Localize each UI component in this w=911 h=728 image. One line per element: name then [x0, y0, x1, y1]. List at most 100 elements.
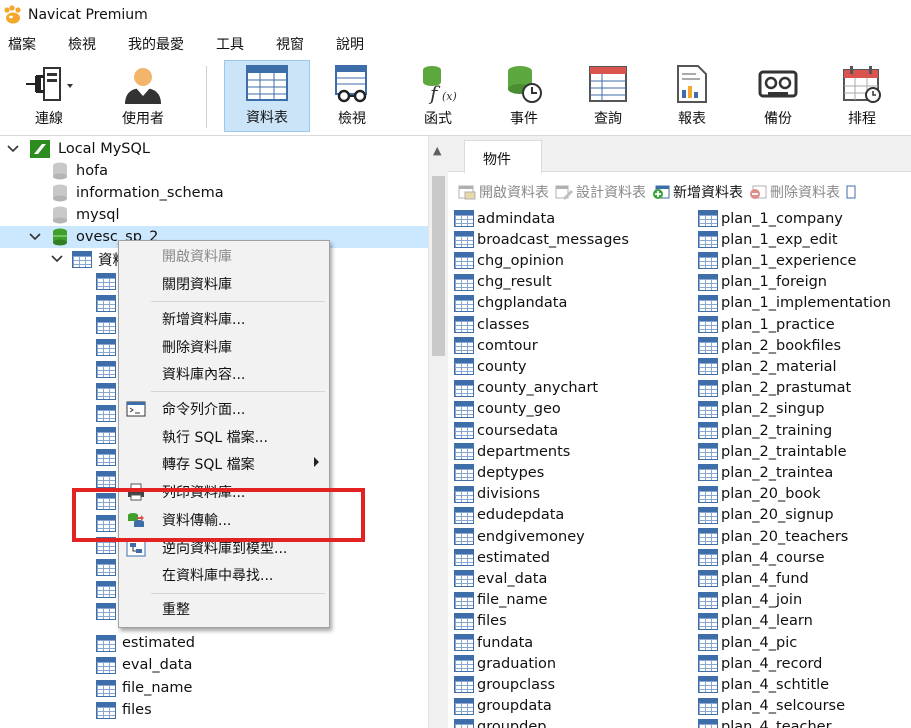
table-list-item[interactable]: county_geo	[454, 399, 561, 420]
table-list-item[interactable]: plan_4_selcourse	[698, 696, 845, 717]
table-list-item[interactable]: fundata	[454, 632, 533, 653]
table-button[interactable]: 資料表	[224, 60, 310, 132]
user-button[interactable]: 使用者	[110, 60, 176, 132]
tree-item-table[interactable]: eval_data	[0, 654, 428, 676]
menu-open-database[interactable]: 開啟資料庫	[119, 244, 329, 268]
table-icon	[454, 252, 474, 270]
connection-button[interactable]: 連線	[14, 60, 84, 132]
menu-find-in-database[interactable]: 在資料庫中尋找...	[119, 563, 329, 587]
table-list-item[interactable]: plan_2_bookfiles	[698, 335, 841, 356]
open-table-button[interactable]: 開啟資料表	[458, 182, 549, 202]
menu-refresh[interactable]: 重整	[119, 597, 329, 621]
table-list-item[interactable]: plan_4_teacher	[698, 717, 832, 728]
table-list-item[interactable]: estimated	[454, 547, 550, 568]
report-button[interactable]: 報表	[658, 60, 726, 132]
table-list-item[interactable]: graduation	[454, 653, 556, 674]
tree-item-table[interactable]: estimated	[0, 632, 428, 654]
table-list-item[interactable]: broadcast_messages	[454, 229, 629, 250]
menu-favorites[interactable]: 我的最愛	[118, 34, 194, 54]
table-list-item[interactable]: plan_4_pic	[698, 632, 797, 653]
table-list-item[interactable]: plan_1_company	[698, 208, 843, 229]
chevron-down-icon[interactable]	[28, 230, 42, 244]
table-list-item[interactable]: edudepdata	[454, 505, 564, 526]
table-list-item[interactable]: plan_4_course	[698, 547, 825, 568]
table-list-item[interactable]: plan_20_book	[698, 484, 821, 505]
table-list-item[interactable]: plan_2_singup	[698, 399, 824, 420]
tree-item-database[interactable]: information_schema	[0, 182, 428, 204]
table-list-item[interactable]: admindata	[454, 208, 555, 229]
menu-execute-sql[interactable]: 執行 SQL 檔案...	[119, 425, 329, 449]
table-list-item[interactable]: plan_4_schtitle	[698, 674, 829, 695]
schedule-button[interactable]: 排程	[828, 60, 896, 132]
menu-database-properties[interactable]: 資料庫內容...	[119, 362, 329, 386]
table-list-item[interactable]: plan_1_experience	[698, 250, 856, 271]
event-button[interactable]: 事件	[490, 60, 558, 132]
query-button[interactable]: 查詢	[574, 60, 642, 132]
table-list-item[interactable]: comtour	[454, 335, 538, 356]
menu-close-database[interactable]: 關閉資料庫	[119, 272, 329, 296]
table-list-item[interactable]: endgivemoney	[454, 526, 585, 547]
table-list-item[interactable]: plan_2_material	[698, 356, 837, 377]
table-list-item[interactable]: classes	[454, 314, 529, 335]
table-list-item[interactable]: eval_data	[454, 568, 547, 589]
table-list-item[interactable]: coursedata	[454, 420, 558, 441]
table-list-item[interactable]: plan_20_signup	[698, 505, 834, 526]
more-toolbar-icon[interactable]	[846, 184, 867, 200]
function-button[interactable]: f (x) 函式	[404, 60, 472, 132]
table-list-item[interactable]: plan_4_record	[698, 653, 822, 674]
table-list-item[interactable]: chgplandata	[454, 293, 567, 314]
table-icon	[698, 697, 718, 715]
table-list-item[interactable]: groupdata	[454, 696, 552, 717]
table-list-item[interactable]: plan_1_foreign	[698, 272, 827, 293]
table-list-item[interactable]: county_anychart	[454, 378, 598, 399]
table-list-item[interactable]: plan_2_traintea	[698, 462, 833, 483]
menu-file[interactable]: 檔案	[0, 34, 46, 54]
tree-item-connection[interactable]: Local MySQL	[0, 138, 428, 160]
table-list-item[interactable]: file_name	[454, 590, 547, 611]
scroll-up-icon[interactable]: ▲	[433, 144, 441, 157]
backup-button[interactable]: 備份	[744, 60, 812, 132]
menu-tools[interactable]: 工具	[206, 34, 254, 54]
table-list-item[interactable]: plan_1_implementation	[698, 293, 891, 314]
table-list-item[interactable]: groupclass	[454, 674, 555, 695]
table-list-item[interactable]: plan_1_exp_edit	[698, 229, 838, 250]
tab-objects[interactable]: 物件	[464, 140, 542, 173]
view-button[interactable]: 檢視	[318, 60, 386, 132]
menu-delete-database[interactable]: 刪除資料庫	[119, 335, 329, 359]
scrollbar-thumb[interactable]	[432, 176, 445, 356]
tree-scrollbar[interactable]: ▲	[428, 136, 448, 728]
table-list-item[interactable]: files	[454, 611, 507, 632]
table-list-item[interactable]: divisions	[454, 484, 540, 505]
table-list-item[interactable]: chg_result	[454, 272, 552, 293]
design-table-button[interactable]: 設計資料表	[555, 182, 646, 202]
menu-window[interactable]: 視窗	[266, 34, 314, 54]
menu-help[interactable]: 說明	[326, 34, 374, 54]
table-name: county	[477, 358, 527, 375]
tree-item-database[interactable]: hofa	[0, 160, 428, 182]
table-list-item[interactable]: county	[454, 356, 527, 377]
tree-item-table[interactable]: files	[0, 699, 428, 721]
table-list-item[interactable]: plan_2_traintable	[698, 441, 847, 462]
menu-dump-sql[interactable]: 轉存 SQL 檔案	[119, 452, 329, 476]
table-list-item[interactable]: plan_4_join	[698, 590, 802, 611]
table-list-item[interactable]: plan_4_fund	[698, 568, 809, 589]
table-list-item[interactable]: departments	[454, 441, 570, 462]
table-list-item[interactable]: plan_2_prastumat	[698, 378, 851, 399]
table-name: plan_2_singup	[721, 401, 825, 418]
menu-view[interactable]: 檢視	[58, 34, 106, 54]
table-list-item[interactable]: plan_2_training	[698, 420, 832, 441]
tree-item-table[interactable]: file_name	[0, 677, 428, 699]
table-list-item[interactable]: plan_20_teachers	[698, 526, 848, 547]
chevron-down-icon[interactable]	[6, 142, 20, 156]
table-list-item[interactable]: plan_4_learn	[698, 611, 813, 632]
table-list-item[interactable]: deptypes	[454, 462, 544, 483]
table-list-item[interactable]: plan_1_practice	[698, 314, 835, 335]
delete-table-button[interactable]: 刪除資料表	[749, 182, 840, 202]
menu-console[interactable]: 命令列介面...	[119, 397, 329, 421]
table-list-item[interactable]: chg_opinion	[454, 250, 564, 271]
table-list-item[interactable]: groupdep	[454, 717, 546, 728]
tree-item-database[interactable]: mysql	[0, 204, 428, 226]
new-table-button[interactable]: 新增資料表	[652, 182, 743, 202]
chevron-down-icon[interactable]	[50, 252, 64, 266]
menu-new-database[interactable]: 新增資料庫...	[119, 307, 329, 331]
